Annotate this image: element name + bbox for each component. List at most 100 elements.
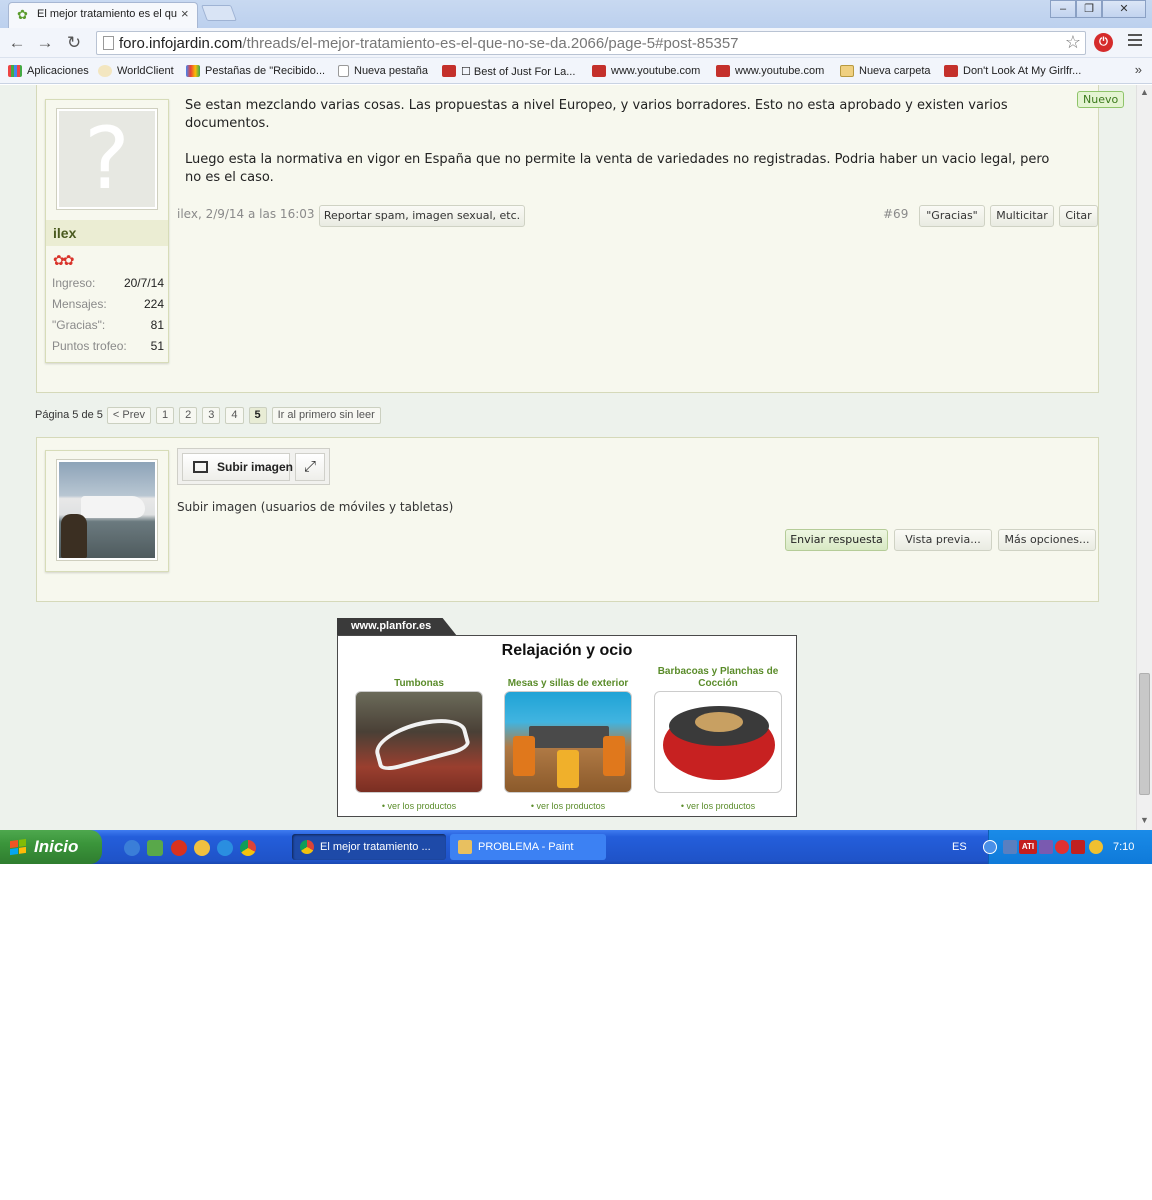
thanks-button[interactable]: "Gracias" [919, 205, 985, 227]
network-icon[interactable] [1003, 840, 1017, 854]
reload-icon[interactable]: ↻ [63, 33, 85, 53]
ad-products-link[interactable]: • ver los productos [354, 801, 484, 811]
stat-value[interactable]: 51 [151, 339, 164, 360]
new-badge: Nuevo [1077, 91, 1125, 108]
stat-row: "Gracias": 81 [52, 318, 164, 339]
quicklaunch-opera-icon[interactable] [171, 840, 187, 856]
page-link-3[interactable]: 3 [202, 406, 221, 424]
upload-image-button[interactable]: Subir imagen [182, 453, 294, 481]
avatar[interactable]: ? [56, 108, 158, 210]
prev-page-link[interactable]: < Prev [106, 406, 151, 424]
users-icon[interactable] [1089, 840, 1103, 854]
ad-title[interactable]: Relajación y ocio [338, 642, 796, 660]
editor-toolbar: Subir imagen ⤢ [177, 448, 330, 485]
bookmark-star-icon[interactable]: ☆ [1065, 32, 1081, 53]
antivirus-shield-icon[interactable] [1071, 840, 1085, 854]
ad-caption: Mesas y sillas de exterior [507, 678, 629, 689]
multiquote-button[interactable]: Multicitar [990, 205, 1054, 227]
opera-tray-icon[interactable] [1055, 840, 1069, 854]
planfor-ad[interactable]: www.planfor.es Relajación y ocio Tumbona… [337, 618, 797, 818]
page-link-current[interactable]: 5 [248, 406, 267, 424]
back-arrow-icon[interactable]: ← [6, 33, 28, 53]
task-label: El mejor tratamiento ... [320, 841, 431, 853]
post-meta[interactable]: ilex, 2/9/14 a las 16:03 [177, 207, 315, 221]
bookmark-label: Pestañas de "Recibido... [205, 65, 326, 77]
ad-item-tables[interactable]: Mesas y sillas de exterior • ver los pro… [503, 664, 633, 811]
post-number[interactable]: #69 [883, 207, 908, 221]
bookmark-youtube-2[interactable]: www.youtube.com [716, 63, 824, 79]
upload-mobile-link[interactable]: Subir imagen (usuarios de móviles y tabl… [177, 500, 453, 514]
chrome-menu-icon[interactable] [1128, 34, 1142, 49]
taskbar-item-chrome[interactable]: El mejor tratamiento ... [292, 834, 446, 860]
taskbar-item-paint[interactable]: PROBLEMA - Paint [450, 834, 606, 860]
url-host: foro.infojardin.com [119, 35, 243, 52]
quicklaunch-ie-icon[interactable] [217, 840, 233, 856]
apps-grid-icon [8, 65, 22, 77]
bookmark-best-of[interactable]: ☐ Best of Just For La... [442, 63, 575, 79]
quicklaunch-browser-icon[interactable] [124, 840, 140, 856]
ati-icon[interactable]: ATI [1019, 840, 1037, 854]
page-link-2[interactable]: 2 [179, 406, 198, 424]
language-indicator[interactable]: ES [952, 841, 967, 853]
username[interactable]: ilex [46, 220, 168, 246]
tray-expand-icon[interactable] [983, 840, 997, 854]
first-unread-link[interactable]: Ir al primero sin leer [271, 406, 381, 424]
bookmark-apps[interactable]: Aplicaciones [8, 63, 89, 79]
forward-arrow-icon[interactable]: → [34, 33, 56, 53]
ad-item-barbecues[interactable]: Barbacoas y Planchas de Cocción • ver lo… [653, 664, 783, 811]
new-tab-button[interactable] [201, 5, 237, 21]
bookmarks-overflow-icon[interactable]: » [1135, 62, 1142, 77]
pagination: Página 5 de 5 < Prev 1 2 3 4 5 Ir al pri… [35, 406, 386, 424]
page-link-4[interactable]: 4 [225, 406, 244, 424]
chrome-icon [300, 840, 314, 854]
quicklaunch-chrome-icon[interactable] [240, 840, 256, 856]
minimize-button[interactable]: – [1050, 0, 1076, 18]
stat-value[interactable]: 224 [144, 297, 164, 318]
bookmark-dont-look[interactable]: Don't Look At My Girlfr... [944, 63, 1081, 79]
security-center-icon[interactable] [1039, 840, 1053, 854]
bookmark-worldclient[interactable]: WorldClient [98, 63, 174, 79]
ad-item-loungers[interactable]: Tumbonas • ver los productos [354, 664, 484, 811]
upload-image-label: Subir imagen [217, 460, 294, 474]
restore-button[interactable]: ❐ [1076, 0, 1102, 18]
start-button[interactable]: Inicio [0, 830, 102, 864]
bookmark-gmail-tabs[interactable]: Pestañas de "Recibido... [186, 63, 325, 79]
paint-icon [458, 840, 472, 854]
page-scrollbar[interactable]: ▲ ▼ [1136, 85, 1152, 830]
close-window-button[interactable]: ✕ [1102, 0, 1146, 18]
bookmark-label: Aplicaciones [27, 65, 89, 77]
bookmark-new-folder[interactable]: Nueva carpeta [840, 63, 931, 79]
expand-editor-icon[interactable]: ⤢ [295, 453, 325, 481]
task-label: PROBLEMA - Paint [478, 841, 574, 853]
more-options-button[interactable]: Más opciones... [998, 529, 1096, 551]
clock[interactable]: 7:10 [1113, 841, 1134, 853]
send-reply-button[interactable]: Enviar respuesta [785, 529, 888, 551]
quicklaunch-media-icon[interactable] [194, 840, 210, 856]
google-icon [186, 65, 200, 77]
page-link-1[interactable]: 1 [156, 406, 175, 424]
browser-tab-active[interactable]: ✿ El mejor tratamiento es el qu × [8, 2, 198, 28]
user-stats: Ingreso: 20/7/14 Mensajes: 224 "Gracias": 8… [52, 276, 164, 360]
bookmark-new-tab[interactable]: Nueva pestaña [338, 63, 428, 79]
food-shape [695, 712, 743, 732]
ad-products-link[interactable]: • ver los productos [653, 801, 783, 811]
ad-products-link[interactable]: • ver los productos [503, 801, 633, 811]
infojardin-leaf-icon: ✿ [17, 7, 28, 22]
quote-button[interactable]: Citar [1059, 205, 1098, 227]
youtube-icon [944, 65, 958, 77]
lounger-shape [370, 710, 472, 774]
windows-flag-icon [10, 838, 26, 856]
tab-close-icon[interactable]: × [181, 6, 189, 21]
bookmark-youtube-1[interactable]: www.youtube.com [592, 63, 700, 79]
ad-site-tab[interactable]: www.planfor.es [337, 618, 457, 636]
address-bar[interactable]: foro.infojardin.com/threads/el-mejor-tra… [96, 31, 1086, 55]
url-text[interactable]: foro.infojardin.com/threads/el-mejor-tra… [119, 35, 739, 52]
scroll-down-icon[interactable]: ▼ [1140, 815, 1149, 825]
scroll-up-icon[interactable]: ▲ [1140, 87, 1149, 97]
scroll-thumb[interactable] [1139, 673, 1150, 795]
preview-button[interactable]: Vista previa... [894, 529, 992, 551]
avatar[interactable] [56, 459, 158, 561]
adblock-extension-icon[interactable]: ⏻ [1094, 33, 1113, 52]
quicklaunch-desktop-icon[interactable] [147, 840, 163, 856]
report-spam-button[interactable]: Reportar spam, imagen sexual, etc. [319, 205, 525, 227]
